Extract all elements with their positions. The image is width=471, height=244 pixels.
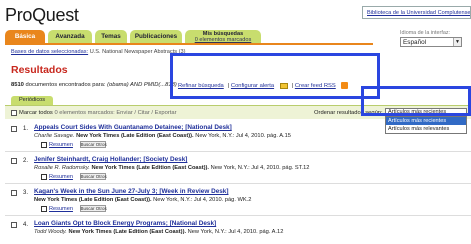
tab-publicaciones[interactable]: Publicaciones <box>130 30 182 43</box>
mark-all-row: Marcar todos 0 elementos marcados: Envia… <box>19 110 177 116</box>
result-details: New York, N.Y.: Jul 4, 2010. pág. ST.12 <box>210 165 310 171</box>
proquest-logo[interactable]: ProQuest <box>5 5 79 26</box>
result-source: New York Times (Late Edition (East Coast… <box>68 229 187 235</box>
tab-mis-busquedas[interactable]: Mis búsquedas 0 elementos marcados <box>185 30 261 43</box>
tab-temas[interactable]: Temas <box>95 30 127 43</box>
document-icon <box>41 173 47 180</box>
result-source: New York Times (Late Edition (East Coast… <box>34 197 152 203</box>
find-other-button[interactable]: Buscar Otros <box>79 173 107 180</box>
tab-basica[interactable]: Básica <box>5 30 45 43</box>
result-number: 1. <box>23 126 29 132</box>
result-divider <box>5 183 471 184</box>
abstract-link[interactable]: Resumen <box>49 142 73 148</box>
page-title: Resultados <box>11 64 68 76</box>
language-select[interactable]: Español ▼ <box>400 37 462 47</box>
results-text: documentos encontrados para: <box>25 82 106 88</box>
marked-items-text[interactable]: 0 elementos marcados: Enviar / Citar / E… <box>54 110 176 116</box>
result-title-link[interactable]: Appeals Court Sides With Guantanamo Deta… <box>34 124 232 131</box>
result-details: New York, N.Y.: Jul 4, 2010. pág. A.12 <box>187 229 284 235</box>
result-number: 2. <box>23 158 29 164</box>
abstract-link[interactable]: Resumen <box>49 206 73 212</box>
document-icon <box>41 141 47 148</box>
find-other-button[interactable]: Buscar Otros <box>79 205 107 212</box>
abstract-link[interactable]: Resumen <box>49 174 73 180</box>
result-item: 1. Appeals Court Sides With Guantanamo D… <box>5 123 471 151</box>
subtab-periodicos[interactable]: Periódicos <box>11 96 53 105</box>
result-item: 3. Kagan's Week in the Sun June 27-July … <box>5 187 471 215</box>
document-icon <box>41 205 47 212</box>
result-author: Todd Woody. <box>34 229 67 235</box>
result-actions: Resumen Buscar Otros <box>41 205 107 212</box>
result-meta: New York Times (Late Edition (East Coast… <box>34 197 251 203</box>
result-author: Rosalie R. Radomsky. <box>34 165 90 171</box>
result-source: New York Times (Late Edition (East Coast… <box>76 133 194 139</box>
language-label: Idioma de la interfaz: <box>400 30 451 36</box>
result-checkbox[interactable] <box>11 222 17 228</box>
result-meta: Rosalie R. Radomsky. New York Times (Lat… <box>34 165 309 171</box>
result-divider <box>5 215 471 216</box>
results-number: 8510 <box>11 82 24 88</box>
databases-line: Bases de datos seleccionadas: U.S. Natio… <box>11 49 185 55</box>
mark-all-label: Marcar todos <box>19 110 53 116</box>
result-divider <box>5 151 471 152</box>
result-author: Charlie Savage. <box>34 133 75 139</box>
result-number: 3. <box>23 190 29 196</box>
result-checkbox[interactable] <box>11 158 17 164</box>
result-details: New York, N.Y.: Jul 4, 2010. pág. A.15 <box>195 133 291 139</box>
result-title-link[interactable]: Loan Giants Opt to Block Energy Programs… <box>34 220 216 227</box>
result-checkbox[interactable] <box>11 126 17 132</box>
result-checkbox[interactable] <box>11 190 17 196</box>
search-query: (obama) AND PMID(...818) <box>107 82 177 88</box>
language-value: Español <box>403 39 427 46</box>
highlight-box <box>170 53 380 99</box>
result-source: New York Times (Late Edition (East Coast… <box>91 165 210 171</box>
result-actions: Resumen Buscar Otros <box>41 173 107 180</box>
mark-all-checkbox[interactable] <box>11 110 17 116</box>
databases-link[interactable]: Bases de datos seleccionadas: <box>11 49 88 55</box>
result-details: New York, N.Y.: Jul 4, 2010. pág. WK.2 <box>153 197 252 203</box>
tab-underline <box>5 43 373 45</box>
result-item: 4. Loan Giants Opt to Block Energy Progr… <box>5 219 471 244</box>
find-other-button[interactable]: Buscar Otros <box>79 141 107 148</box>
tab-avanzada[interactable]: Avanzada <box>48 30 92 43</box>
main-tabs: Básica Avanzada Temas Publicaciones Mis … <box>5 30 365 43</box>
result-meta: Charlie Savage. New York Times (Late Edi… <box>34 133 291 139</box>
chevron-down-icon[interactable]: ▼ <box>453 38 461 46</box>
result-meta: Todd Woody. New York Times (Late Edition… <box>34 229 283 235</box>
result-title-link[interactable]: Jenifer Steinhardt, Craig Hollander; [So… <box>34 156 187 163</box>
results-count: 8510 documentos encontrados para: (obama… <box>11 82 177 88</box>
result-item: 2. Jenifer Steinhardt, Craig Hollander; … <box>5 155 471 183</box>
library-link[interactable]: Biblioteca de la Universidad Complutense <box>362 6 471 19</box>
result-title-link[interactable]: Kagan's Week in the Sun June 27-July 3; … <box>34 188 229 195</box>
result-actions: Resumen Buscar Otros <box>41 141 107 148</box>
highlight-box <box>361 86 471 116</box>
result-number: 4. <box>23 222 29 228</box>
